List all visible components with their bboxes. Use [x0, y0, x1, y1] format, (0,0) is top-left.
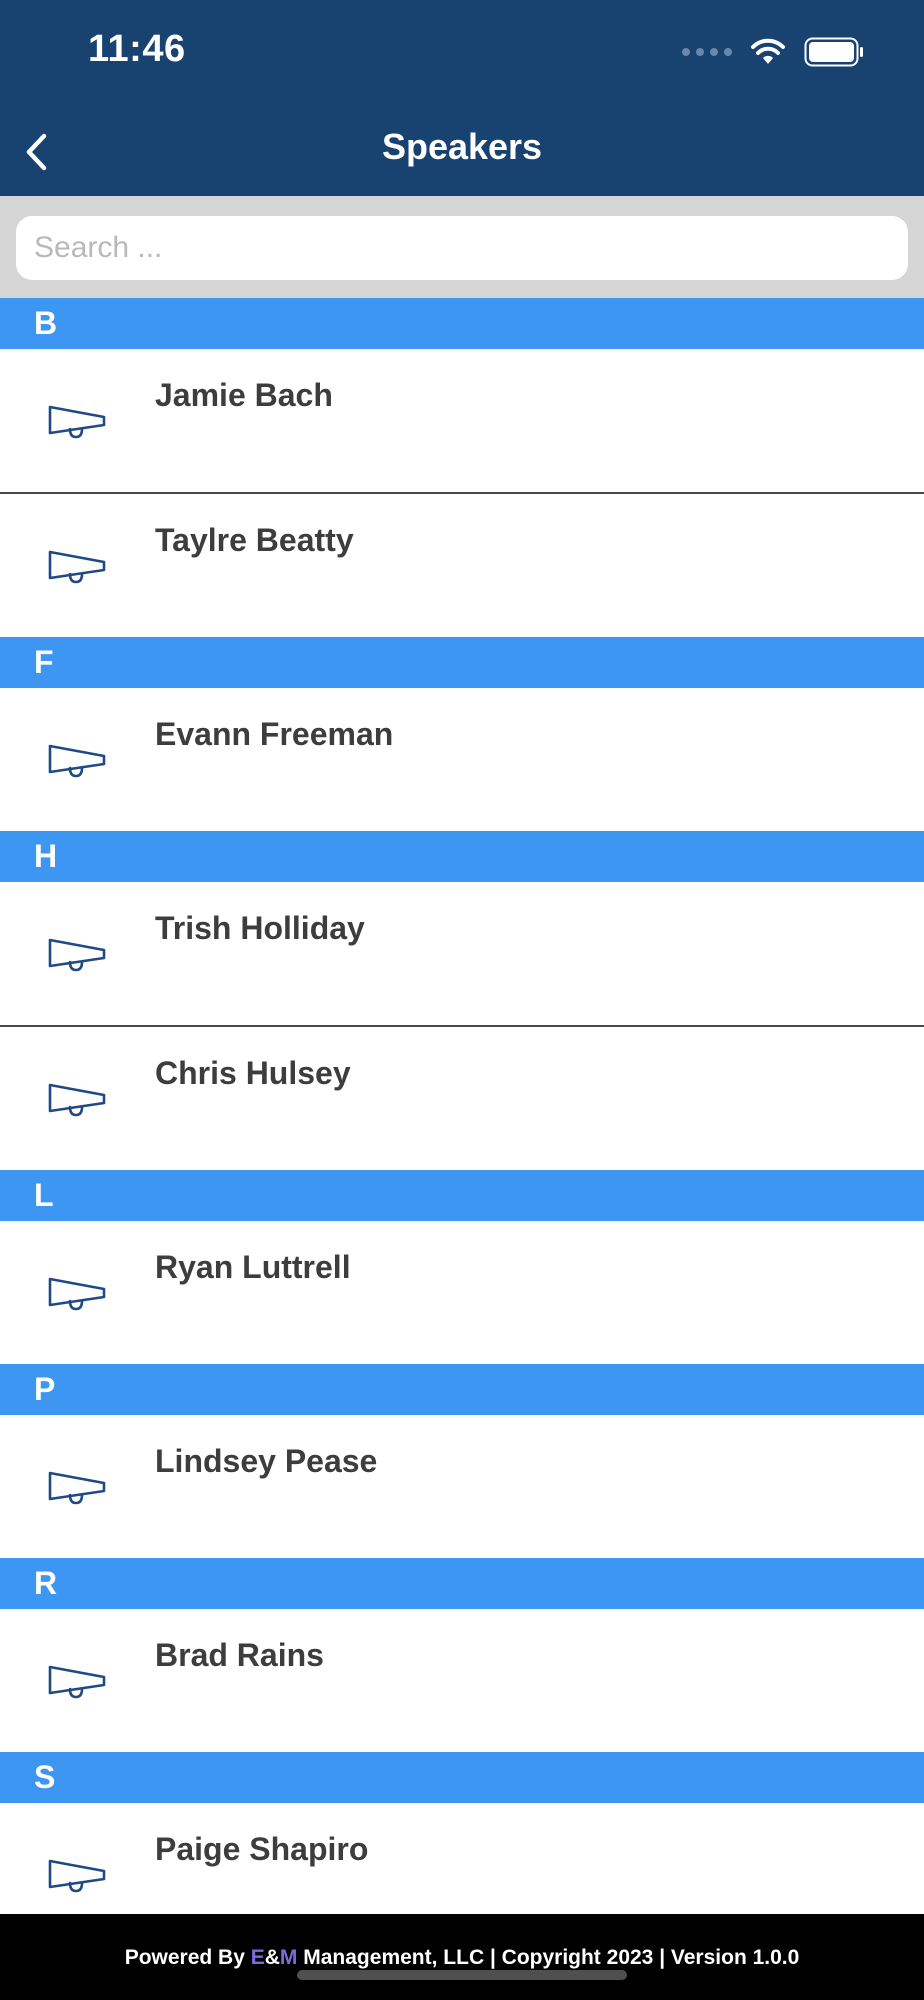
section-header: F: [0, 637, 924, 688]
speaker-row[interactable]: Trish Holliday: [0, 882, 924, 1027]
footer-brand-e: E: [250, 1946, 265, 1969]
speaker-name: Jamie Bach: [155, 377, 333, 413]
footer-suffix: Management, LLC | Copyright 2023 | Versi…: [297, 1946, 800, 1969]
speaker-name: Evann Freeman: [155, 716, 394, 752]
section-header: L: [0, 1170, 924, 1221]
wifi-icon: [751, 38, 785, 64]
megaphone-icon: [48, 1659, 106, 1699]
speaker-row[interactable]: Jamie Bach: [0, 349, 924, 494]
speaker-name: Lindsey Pease: [155, 1443, 378, 1479]
status-icons: [682, 36, 864, 68]
speaker-name: Chris Hulsey: [155, 1055, 351, 1091]
megaphone-icon: [48, 738, 106, 778]
section-header: S: [0, 1752, 924, 1803]
search-bar: [0, 196, 924, 298]
megaphone-icon: [48, 399, 106, 439]
speaker-name: Ryan Luttrell: [155, 1249, 351, 1285]
megaphone-icon: [48, 1077, 106, 1117]
battery-icon: [804, 37, 863, 67]
footer-text: Powered By E&M Management, LLC | Copyrig…: [0, 1946, 924, 1970]
search-input[interactable]: [16, 216, 908, 280]
section-header: R: [0, 1558, 924, 1609]
speaker-list: B Jamie Bach Taylre Beatty F Evann Freeman H T…: [0, 298, 924, 1946]
section-header: P: [0, 1364, 924, 1415]
speaker-name: Brad Rains: [155, 1637, 324, 1673]
speaker-name: Trish Holliday: [155, 910, 365, 946]
status-time: 11:46: [88, 28, 186, 70]
footer: Powered By E&M Management, LLC | Copyrig…: [0, 1914, 924, 2000]
page-title: Speakers: [381, 126, 543, 167]
footer-brand-m: M: [279, 1946, 298, 1969]
speaker-name: Paige Shapiro: [155, 1831, 369, 1867]
section-header: B: [0, 298, 924, 349]
home-indicator: [297, 1970, 627, 1980]
footer-brand-amp: &: [264, 1946, 280, 1969]
speaker-row[interactable]: Taylre Beatty: [0, 494, 924, 637]
speaker-row[interactable]: Lindsey Pease: [0, 1415, 924, 1558]
speaker-row[interactable]: Ryan Luttrell: [0, 1221, 924, 1364]
header: 11:46 Speakers: [0, 0, 924, 196]
section-header: H: [0, 831, 924, 882]
speaker-row[interactable]: Brad Rains: [0, 1609, 924, 1752]
megaphone-icon: [48, 932, 106, 972]
speaker-name: Taylre Beatty: [155, 522, 354, 558]
speakers-screen: 11:46 Speakers BJamie BachTayl: [0, 0, 924, 2000]
megaphone-icon: [48, 1465, 106, 1505]
speaker-row[interactable]: Chris Hulsey: [0, 1027, 924, 1170]
megaphone-icon: [48, 544, 106, 584]
megaphone-icon: [48, 1853, 106, 1893]
megaphone-icon: [48, 1271, 106, 1311]
footer-prefix: Powered By: [124, 1946, 251, 1969]
cellular-signal-icon: [682, 48, 732, 56]
speaker-row[interactable]: Evann Freeman: [0, 688, 924, 831]
